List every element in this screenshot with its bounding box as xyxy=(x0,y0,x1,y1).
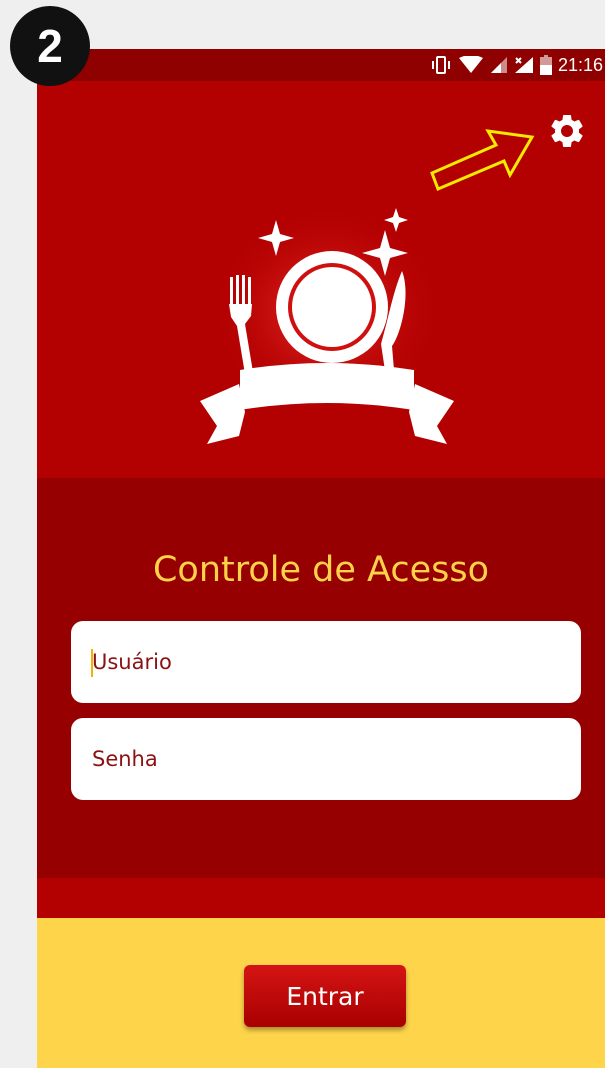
password-input[interactable] xyxy=(71,718,581,800)
battery-icon xyxy=(539,55,552,75)
login-title: Controle de Acesso xyxy=(152,550,490,590)
vibrate-icon xyxy=(431,56,450,74)
gear-icon[interactable] xyxy=(547,111,587,151)
step-number-badge: 2 xyxy=(10,6,90,86)
enter-button[interactable]: Entrar xyxy=(244,965,406,1027)
username-input[interactable] xyxy=(71,621,581,703)
password-field[interactable] xyxy=(71,718,581,800)
status-time: 21:16 xyxy=(557,54,603,75)
signal-icon xyxy=(490,57,507,73)
login-panel: Controle de Acesso xyxy=(37,478,605,878)
signal-no-data-icon xyxy=(514,57,533,73)
wifi-icon xyxy=(458,56,483,73)
arrow-right-icon xyxy=(430,129,535,191)
status-bar: 21:16 xyxy=(37,49,605,81)
app-screen: 21:16 Controle de Acesso Usuário Entrar xyxy=(37,49,605,1068)
footer-bar: Entrar xyxy=(37,918,605,1068)
restaurant-logo xyxy=(200,208,454,444)
username-field[interactable] xyxy=(71,621,581,703)
text-cursor xyxy=(91,649,93,677)
status-icons: 21:16 xyxy=(430,49,605,81)
